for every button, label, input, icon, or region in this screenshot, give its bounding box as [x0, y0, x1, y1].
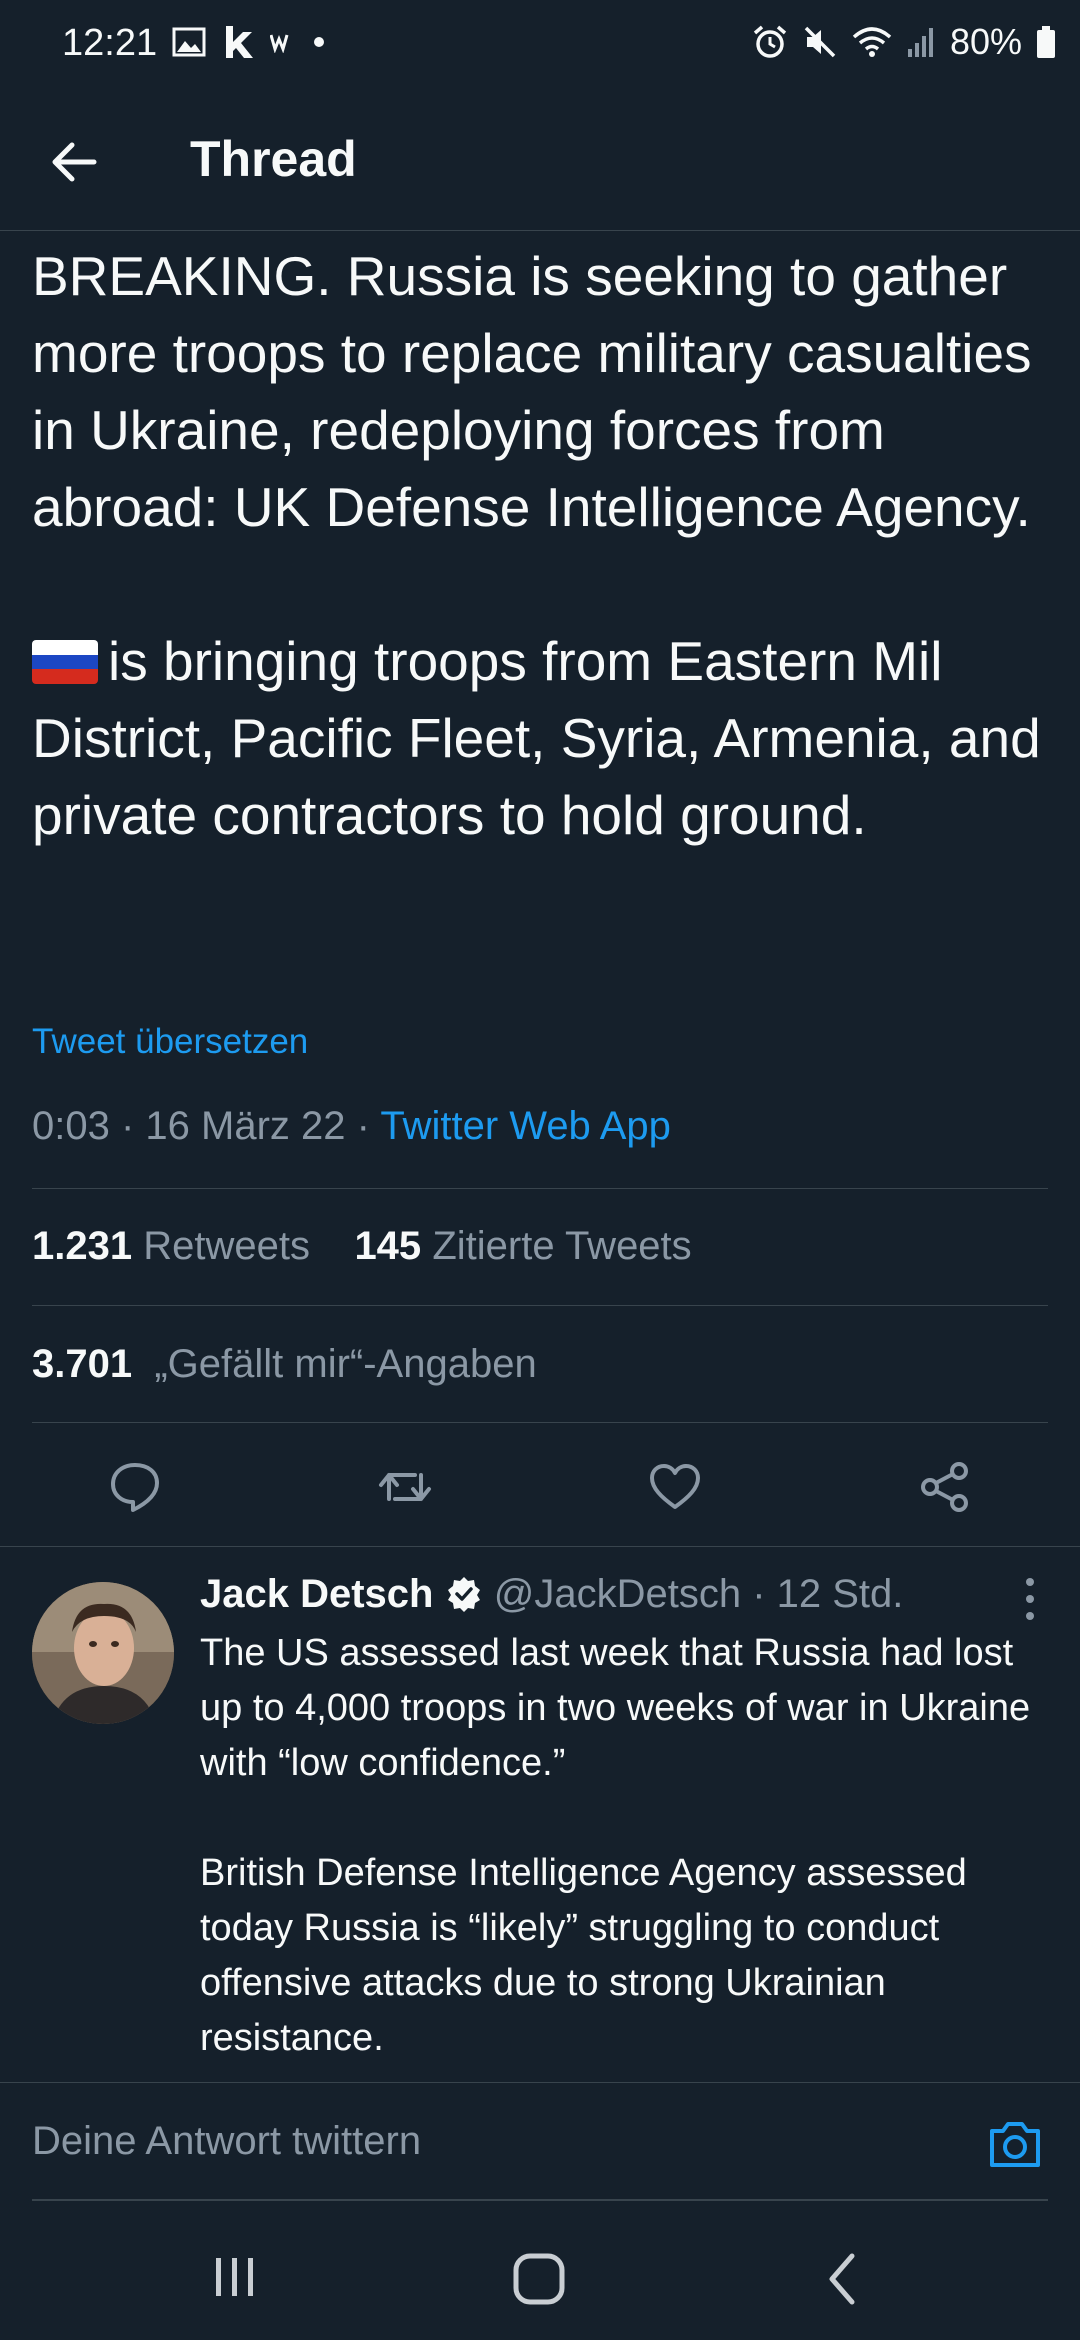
- divider: [32, 1305, 1048, 1306]
- back-nav-icon[interactable]: [822, 2252, 862, 2306]
- reply-button[interactable]: [100, 1452, 170, 1522]
- compose-bar: Deine Antwort twittern: [0, 2082, 1080, 2201]
- verified-badge-icon: [447, 1577, 480, 1612]
- page-title: Thread: [190, 131, 357, 187]
- w-app-icon: [270, 34, 289, 53]
- battery-percent: 80%: [949, 21, 1022, 62]
- tweet-source-link[interactable]: Twitter Web App: [380, 1104, 671, 1148]
- divider: [32, 1188, 1048, 1189]
- status-bar: 12:21 80%: [0, 0, 1080, 90]
- retweets-stat[interactable]: 1.231 Retweets: [32, 1224, 310, 1268]
- tweet-paragraph-2: is bringing troops from Eastern Mil Dist…: [32, 630, 1056, 846]
- home-icon[interactable]: [512, 2252, 566, 2306]
- notification-dot-icon: [314, 37, 324, 47]
- tweet-date: 16 März 22: [145, 1104, 346, 1148]
- more-options-icon[interactable]: [1010, 1574, 1050, 1624]
- likes-stat[interactable]: 3.701 „Gefällt mir“-Angaben: [32, 1342, 537, 1387]
- reply-icon: [111, 1463, 159, 1512]
- heart-icon: [650, 1464, 700, 1509]
- retweet-stats: 1.231 Retweets 145 Zitierte Tweets: [32, 1224, 692, 1269]
- battery-icon: [1037, 26, 1055, 58]
- tweet-time: 0:03: [32, 1104, 110, 1148]
- divider: [32, 1422, 1048, 1423]
- signal-icon: [907, 28, 933, 57]
- russia-flag-icon: [32, 640, 98, 684]
- mute-icon: [804, 26, 836, 58]
- retweet-button[interactable]: [370, 1452, 440, 1522]
- tweet-text: BREAKING. Russia is seeking to gather mo…: [32, 238, 1052, 854]
- wifi-icon: [852, 27, 892, 57]
- reply-header: Jack Detsch @JackDetsch · 12 Std.: [200, 1572, 904, 1616]
- avatar-image: [32, 1582, 174, 1724]
- translate-tweet-link[interactable]: Tweet übersetzen: [32, 1022, 308, 1062]
- gallery-icon: [172, 27, 206, 57]
- status-time: 12:21: [62, 22, 158, 64]
- alarm-icon: [753, 25, 787, 58]
- reply-time: 12 Std.: [776, 1572, 904, 1616]
- like-button[interactable]: [640, 1452, 710, 1522]
- share-button[interactable]: [910, 1452, 980, 1522]
- k-app-icon: [226, 26, 253, 58]
- camera-icon[interactable]: [986, 2115, 1044, 2173]
- reply-text: The US assessed last week that Russia ha…: [200, 1632, 1031, 2059]
- divider: [0, 1546, 1080, 1547]
- reply-author-handle[interactable]: @JackDetsch: [494, 1572, 741, 1616]
- recent-apps-icon[interactable]: [210, 2254, 260, 2300]
- reply-author-name[interactable]: Jack Detsch: [200, 1572, 433, 1616]
- quotes-stat[interactable]: 145 Zitierte Tweets: [354, 1224, 691, 1268]
- share-icon: [921, 1462, 968, 1512]
- reply-input[interactable]: Deine Antwort twittern: [32, 2119, 421, 2164]
- tweet-meta: 0:03 · 16 März 22 · Twitter Web App: [32, 1104, 671, 1148]
- retweet-icon: [379, 1473, 431, 1501]
- back-arrow-icon[interactable]: [44, 132, 104, 192]
- system-nav-bar: [0, 2200, 1080, 2340]
- avatar[interactable]: [32, 1582, 174, 1724]
- tweet-paragraph-1: BREAKING. Russia is seeking to gather mo…: [32, 245, 1047, 538]
- thread-header: Thread: [0, 90, 1080, 231]
